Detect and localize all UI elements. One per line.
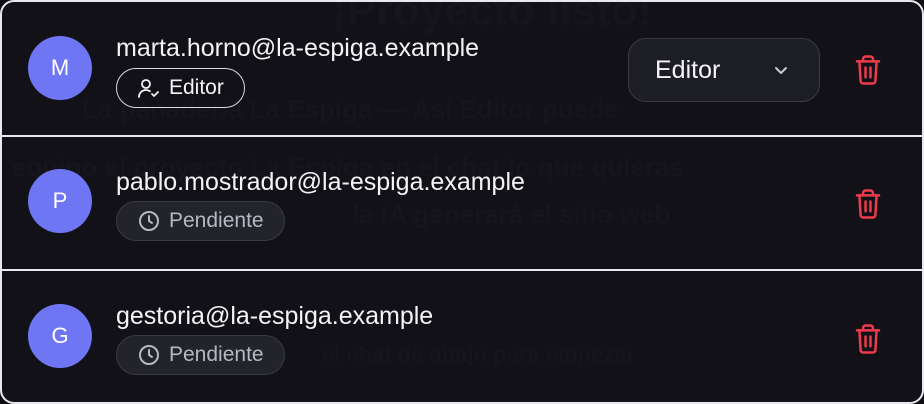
member-email: gestoria@la-espiga.example bbox=[116, 302, 434, 330]
role-select[interactable]: Editor bbox=[628, 38, 820, 102]
avatar: P bbox=[28, 169, 92, 233]
trash-icon bbox=[853, 323, 883, 355]
status-badge: Pendiente bbox=[116, 201, 285, 241]
avatar: M bbox=[28, 36, 92, 100]
badge-label: Editor bbox=[169, 76, 224, 99]
member-row: M marta.horno@la-espiga.example Editor E… bbox=[2, 2, 922, 135]
clock-icon bbox=[137, 343, 161, 367]
role-select-value: Editor bbox=[655, 55, 721, 84]
member-row: G gestoria@la-espiga.example Pendiente bbox=[2, 271, 922, 402]
delete-member-button[interactable] bbox=[850, 186, 886, 222]
badge-label: Pendiente bbox=[169, 209, 264, 232]
member-row: P pablo.mostrador@la-espiga.example Pend… bbox=[2, 137, 922, 269]
avatar: G bbox=[28, 304, 92, 368]
chevron-down-icon bbox=[771, 60, 791, 80]
delete-member-button[interactable] bbox=[850, 321, 886, 357]
trash-icon bbox=[853, 54, 883, 86]
clock-icon bbox=[137, 209, 161, 233]
member-email: pablo.mostrador@la-espiga.example bbox=[116, 168, 525, 196]
trash-icon bbox=[853, 188, 883, 220]
role-badge: Editor bbox=[116, 68, 245, 108]
status-badge: Pendiente bbox=[116, 335, 285, 375]
delete-member-button[interactable] bbox=[850, 52, 886, 88]
badge-label: Pendiente bbox=[169, 343, 264, 366]
member-email: marta.horno@la-espiga.example bbox=[116, 34, 480, 62]
members-panel: ¡Proyecto listo! La panadería La Espiga … bbox=[0, 0, 924, 404]
user-check-icon bbox=[137, 76, 161, 100]
